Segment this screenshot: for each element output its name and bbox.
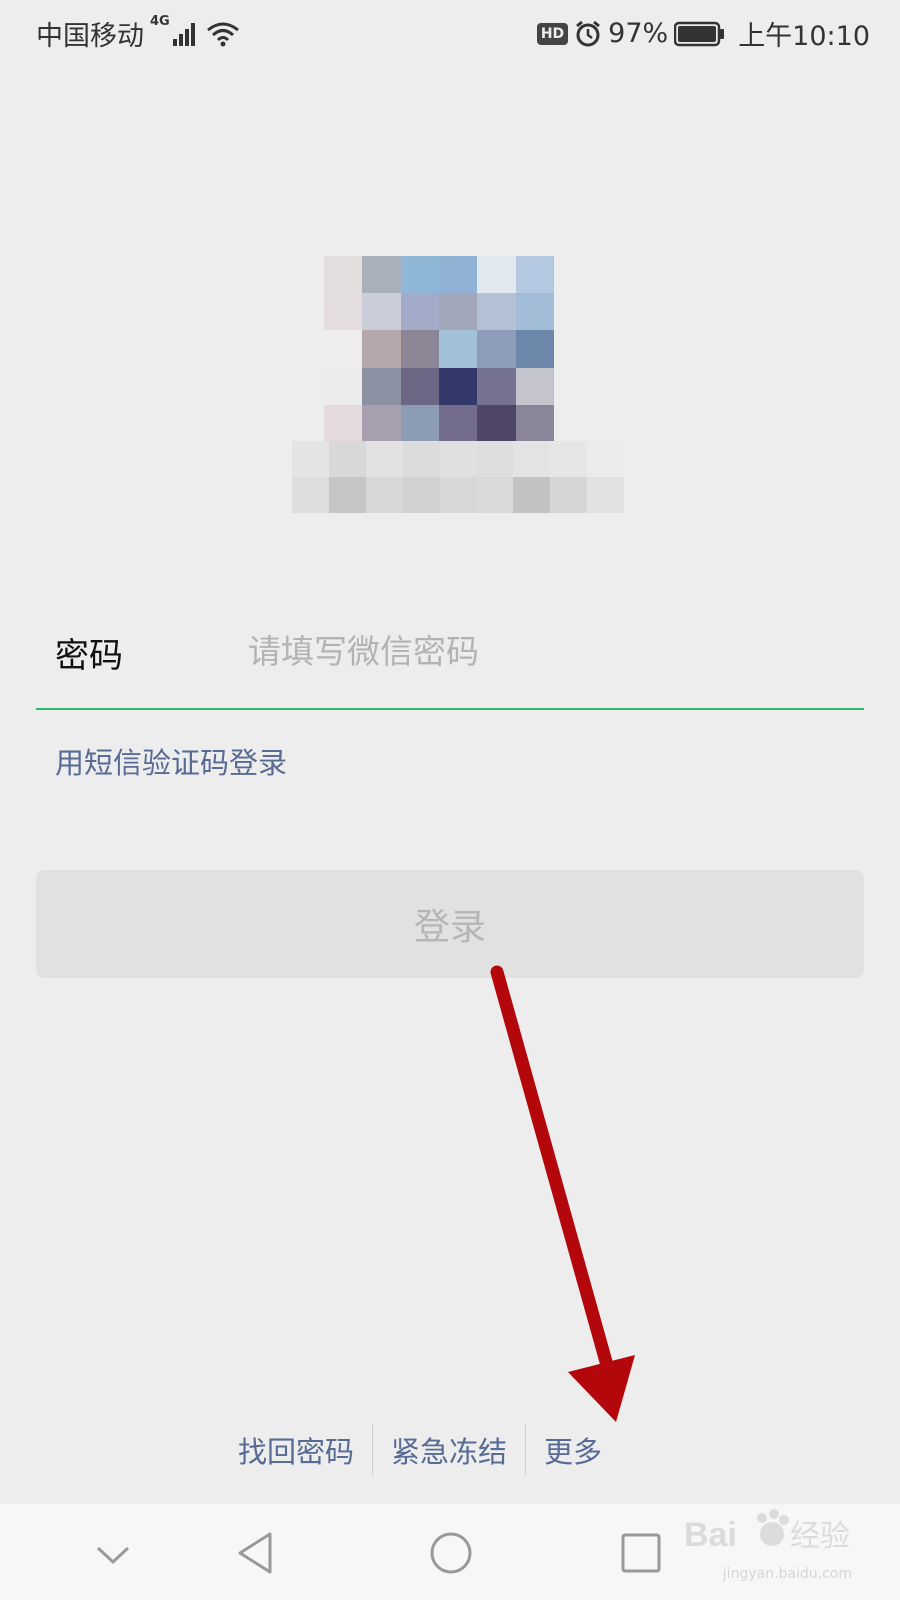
avatar-tile [515,367,554,405]
name-blur-tile [402,477,440,513]
annotation-arrow [490,965,635,1422]
avatar-tile [324,256,363,294]
name-blur-tile [328,441,366,477]
avatar-tile [438,367,478,405]
avatar-tile [477,256,516,294]
avatar-tile [438,256,478,294]
sms-login-link[interactable]: 用短信验证码登录 [55,740,287,782]
avatar-tile [438,330,478,368]
emergency-freeze-link[interactable]: 紧急冻结 [373,1429,525,1471]
battery-icon [674,21,725,46]
status-bar: 中国移动 4G HD 97% 上午10:10 [0,0,900,62]
carrier-name: 中国移动 [36,21,144,52]
avatar-tile [324,367,363,405]
avatar-tile [324,404,363,442]
input-underline [36,708,864,710]
avatar-tile [438,293,478,331]
name-blur-tile [439,477,477,513]
name-blur-tile [292,441,329,477]
avatar-tile [438,404,478,442]
name-blur-tile [402,441,440,477]
signal-icon [172,22,195,46]
clock: 上午10:10 [738,21,870,52]
name-blur-tile [365,477,403,513]
back-icon[interactable] [232,1528,282,1578]
avatar-tile [515,256,554,294]
wifi-icon [206,22,239,46]
status-bar-right: HD 97% 上午10:10 [531,14,870,53]
recover-password-link[interactable]: 找回密码 [220,1429,372,1471]
name-blur-tile [513,477,551,513]
network-type: 4G [150,14,170,29]
avatar-tile [515,404,554,442]
avatar-tile [515,293,554,331]
bottom-links: 找回密码 紧急冻结 更多 [220,1420,680,1480]
avatar-tile [400,404,439,442]
name-blur-tile [292,477,329,513]
watermark-url: jingyan.baidu.com [722,1566,852,1582]
avatar-tile [362,293,401,331]
avatar-tile [477,293,516,331]
name-blur-tile [328,477,366,513]
avatar-tile [400,330,439,368]
name-blur-tile [476,441,514,477]
battery-percent: 97% [608,18,669,49]
name-blur-tile [587,477,624,513]
collapse-chevron-icon[interactable] [88,1528,138,1578]
name-blur-tile [365,441,403,477]
avatar-tile [400,256,439,294]
home-icon[interactable] [426,1528,476,1578]
baidu-watermark: Bai 经验 jingyan.baidu.com [680,1504,860,1584]
hd-badge: HD [536,22,569,45]
avatar-tile [400,367,439,405]
name-blur-tile [550,477,588,513]
name-blur-tile [439,441,477,477]
password-row: 密码 [36,600,864,710]
blurred-account-name [292,441,624,513]
avatar-tile [477,367,516,405]
avatar [324,256,554,442]
system-nav-bar: Bai 经验 jingyan.baidu.com [0,1504,900,1600]
avatar-tile [515,330,554,368]
avatar-tile [362,367,401,405]
login-button[interactable]: 登录 [36,870,864,978]
avatar-tile [324,330,363,368]
svg-text:经验: 经验 [790,1519,850,1554]
password-label: 密码 [55,636,123,676]
svg-text:Bai: Bai [684,1516,737,1554]
name-blur-tile [550,441,588,477]
avatar-tile [400,293,439,331]
more-link[interactable]: 更多 [526,1429,620,1471]
password-input[interactable] [246,620,850,682]
avatar-tile [362,404,401,442]
name-blur-tile [476,477,514,513]
avatar-tile [362,330,401,368]
avatar-tile [362,256,401,294]
avatar-tile [477,330,516,368]
recents-icon[interactable] [616,1528,666,1578]
status-bar-left: 中国移动 4G [36,14,240,53]
name-blur-tile [587,441,624,477]
avatar-tile [324,293,363,331]
alarm-icon [576,20,601,46]
name-blur-tile [513,441,551,477]
avatar-tile [477,404,516,442]
baidu-paw-logo: Bai 经验 [684,1509,850,1554]
